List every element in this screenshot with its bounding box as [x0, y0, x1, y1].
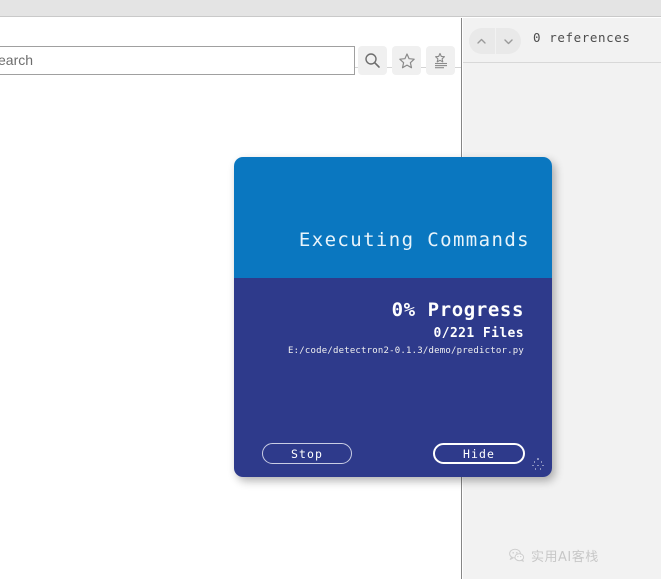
- executing-commands-dialog: Executing Commands 0% Progress 0/221 Fil…: [234, 157, 552, 477]
- dialog-header: Executing Commands: [234, 157, 552, 278]
- references-bar: 0 references: [463, 18, 661, 63]
- files-count-label: 0/221 Files: [433, 326, 524, 341]
- chevron-up-icon: [477, 38, 486, 44]
- search-button[interactable]: [358, 46, 387, 75]
- resize-grip[interactable]: [532, 458, 544, 470]
- bookmark-star-icon: [398, 52, 415, 68]
- stop-button[interactable]: Stop: [262, 443, 352, 464]
- find-bar: earch: [0, 18, 461, 75]
- window-top-strip: [0, 0, 661, 17]
- search-icon: [365, 53, 380, 68]
- watermark-text: 实用AI客栈: [531, 550, 599, 565]
- next-reference-button[interactable]: [494, 28, 521, 54]
- saved-searches-icon: [434, 52, 447, 68]
- chevron-down-icon: [504, 38, 513, 44]
- references-count-label: 0 references: [533, 30, 631, 45]
- progress-percent-label: 0% Progress: [391, 299, 524, 321]
- reference-nav-group: [469, 28, 521, 54]
- search-input[interactable]: earch: [0, 46, 355, 75]
- hide-button[interactable]: Hide: [433, 443, 525, 464]
- watermark: 实用AI客栈: [508, 546, 599, 565]
- saved-searches-button[interactable]: [426, 46, 455, 75]
- wechat-icon: [509, 548, 525, 562]
- current-file-path-label: E:/code/detectron2-0.1.3/demo/predictor.…: [288, 346, 524, 356]
- bookmark-button[interactable]: [392, 46, 421, 75]
- dialog-body: 0% Progress 0/221 Files E:/code/detectro…: [234, 278, 552, 477]
- dialog-title: Executing Commands: [298, 229, 530, 251]
- previous-reference-button[interactable]: [469, 28, 495, 54]
